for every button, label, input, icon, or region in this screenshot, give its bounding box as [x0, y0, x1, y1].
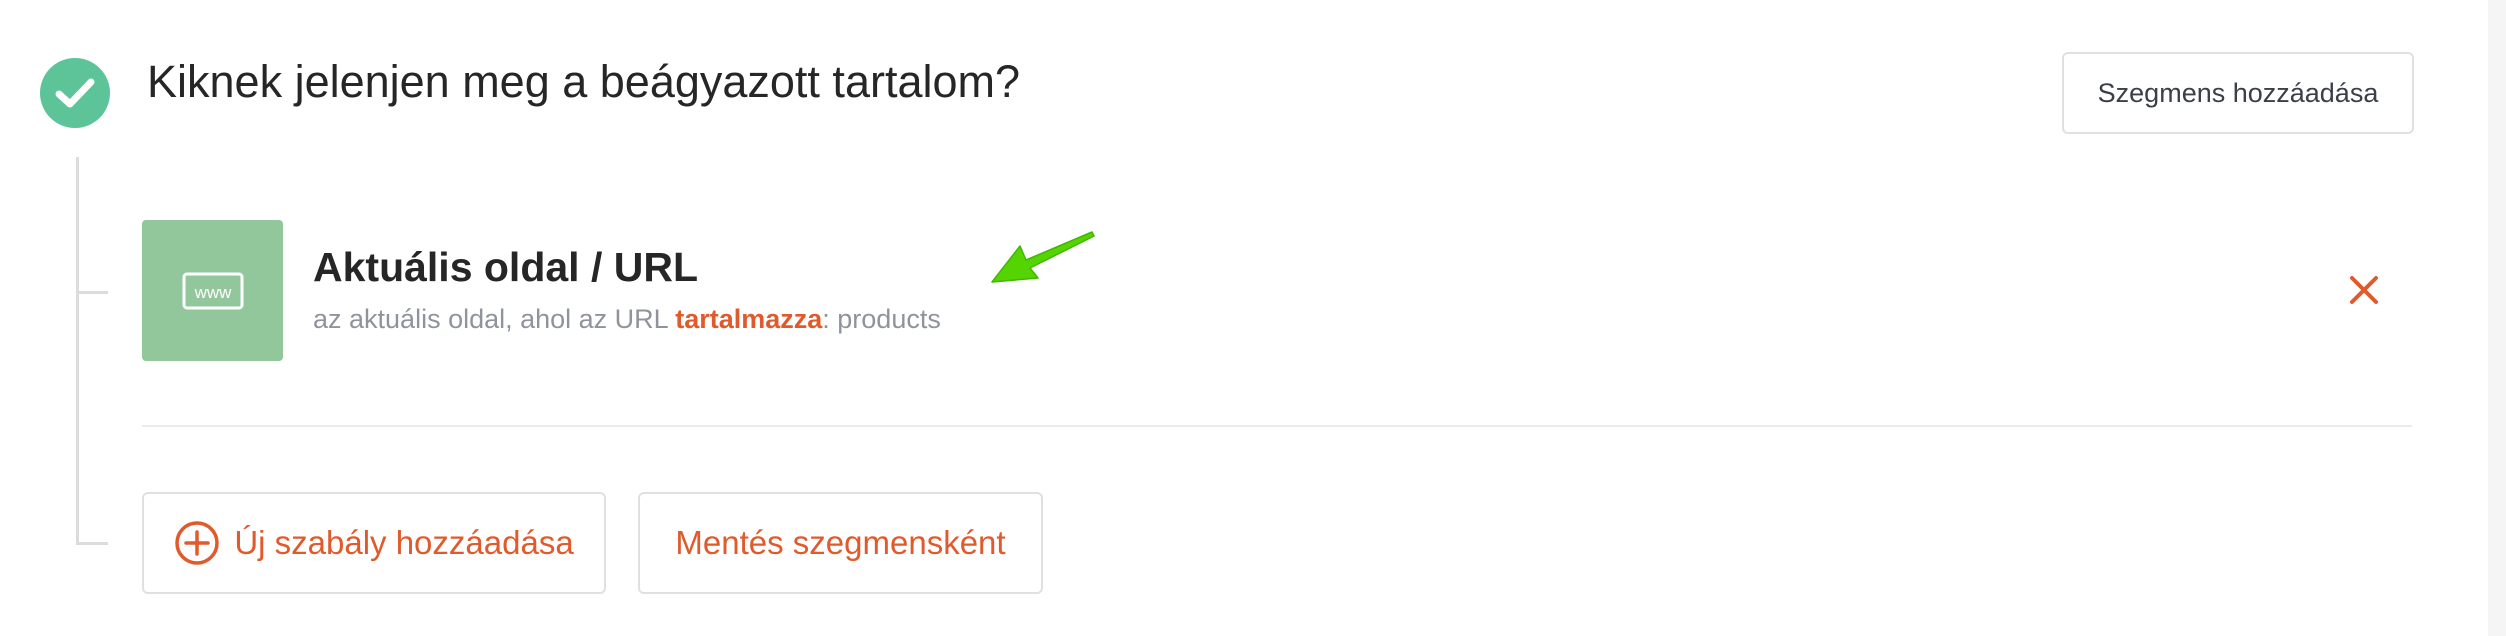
divider [142, 425, 2412, 427]
add-rule-button[interactable]: Új szabály hozzáadása [142, 492, 606, 594]
page-title: Kiknek jelenjen meg a beágyazott tartalo… [147, 56, 1021, 107]
close-icon [2350, 276, 2378, 304]
tree-branch-rule [76, 291, 108, 294]
rule-desc-prefix: az aktuális oldal, ahol az URL [313, 304, 676, 334]
add-rule-label: Új szabály hozzáadása [234, 524, 574, 561]
check-icon [40, 58, 110, 128]
remove-rule-button[interactable] [2344, 270, 2384, 310]
rule-value: : products [822, 304, 941, 334]
plus-circle-icon [175, 521, 220, 565]
rule-title: Aktuális oldal / URL [313, 244, 698, 290]
tree-line [76, 157, 79, 545]
add-segment-button[interactable]: Szegmens hozzáadása [2062, 52, 2414, 134]
tree-branch-actions [76, 542, 108, 545]
rule-operator: tartalmazza [675, 304, 823, 334]
rule-description: az aktuális oldal, ahol az URL tartalmaz… [313, 304, 941, 335]
scrollbar-track[interactable] [2488, 0, 2506, 636]
www-icon-label: www [193, 283, 232, 302]
save-as-segment-button[interactable]: Mentés szegmensként [638, 492, 1043, 594]
segment-editor: Kiknek jelenjen meg a beágyazott tartalo… [0, 0, 2506, 636]
arrow-annotation [991, 231, 1095, 283]
www-icon: www [142, 220, 283, 361]
